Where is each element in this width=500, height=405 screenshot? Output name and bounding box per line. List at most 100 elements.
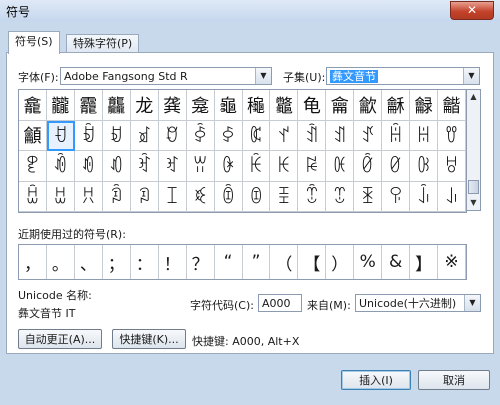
scroll-down-icon[interactable]: ▼ xyxy=(467,196,480,210)
symbol-cell[interactable]: ꀛ xyxy=(354,151,383,182)
symbol-cell[interactable]: ꀉ xyxy=(298,120,327,151)
symbol-cell[interactable]: 龡 xyxy=(354,90,383,121)
symbol-cell[interactable]: ꀀ xyxy=(46,120,75,151)
symbol-cell[interactable]: ꀃ xyxy=(130,120,159,151)
recent-symbol-cell[interactable]: ， xyxy=(19,245,47,279)
symbol-cell[interactable]: ꀗ xyxy=(242,151,271,182)
recent-symbol-cell[interactable]: 】 xyxy=(410,245,439,279)
recent-symbol-cell[interactable]: 、 xyxy=(75,245,103,279)
symbol-cell[interactable]: ꀁ xyxy=(74,120,103,151)
symbol-cell[interactable]: ꀮ xyxy=(438,181,466,212)
symbol-cell[interactable]: 龝 xyxy=(242,90,271,121)
symbol-cell[interactable]: ꀡ xyxy=(74,181,103,212)
symbol-cell[interactable]: 龘 xyxy=(102,90,131,121)
recent-symbol-cell[interactable]: （ xyxy=(270,245,299,279)
symbol-cell[interactable]: 龚 xyxy=(158,90,187,121)
recent-symbol-cell[interactable]: ！ xyxy=(159,245,187,279)
symbol-cell[interactable]: ꀝ xyxy=(410,151,439,182)
symbol-cell[interactable]: 龙 xyxy=(130,90,159,121)
symbol-cell[interactable]: 龖 xyxy=(46,90,75,121)
symbol-cell[interactable]: ꀥ xyxy=(186,181,215,212)
symbol-cell[interactable]: ꀫ xyxy=(354,181,383,212)
tab-symbols[interactable]: 符号(S) xyxy=(8,31,60,54)
scroll-up-icon[interactable]: ▲ xyxy=(467,90,480,104)
recent-symbol-cell[interactable]: 。 xyxy=(47,245,75,279)
symbol-cell[interactable]: 龥 xyxy=(19,120,47,151)
symbol-cell[interactable]: ꀂ xyxy=(102,120,131,151)
symbol-cell[interactable]: ꀭ xyxy=(410,181,439,212)
symbol-cell[interactable]: ꀅ xyxy=(186,120,215,151)
subset-select[interactable]: 彝文音节 ▼ xyxy=(326,67,480,85)
symbol-cell[interactable]: 龜 xyxy=(214,90,243,121)
symbol-cell[interactable]: ꀓ xyxy=(130,151,159,182)
tab-special-characters[interactable]: 特殊字符(P) xyxy=(66,34,140,53)
recent-symbol-cell[interactable]: % xyxy=(354,245,383,279)
symbol-cell[interactable]: 龛 xyxy=(186,90,215,121)
symbol-cell[interactable]: 龗 xyxy=(74,90,103,121)
recent-symbol-cell[interactable]: ” xyxy=(243,245,271,279)
symbol-cell[interactable]: ꀖ xyxy=(214,151,243,182)
symbol-cell[interactable]: ꀊ xyxy=(326,120,355,151)
symbol-cell[interactable]: ꀚ xyxy=(326,151,355,182)
symbol-cell[interactable]: 龟 xyxy=(298,90,327,121)
scrollbar-thumb[interactable] xyxy=(468,180,479,194)
symbol-cell[interactable]: ꀢ xyxy=(102,181,131,212)
symbol-cell[interactable]: ꀕ xyxy=(186,151,215,182)
symbol-cell[interactable]: ꀐ xyxy=(46,151,75,182)
recent-symbol-cell[interactable]: & xyxy=(382,245,411,279)
symbol-grid[interactable]: 龕龖龗龘龙龚龛龜龝龞龟龠龡龢龣龤龥ꀀꀁꀂꀃꀄꀅꀆꀇꀈꀉꀊꀋꀌꀍꀎ ꀏꀐꀑꀒꀓꀔꀕꀖ… xyxy=(18,89,467,213)
symbol-cell[interactable]: ꀪ xyxy=(326,181,355,212)
symbol-cell[interactable]: ꀏ xyxy=(19,151,47,182)
symbol-cell[interactable]: 龕 xyxy=(19,90,47,121)
symbol-cell[interactable]: ꀣ xyxy=(130,181,159,212)
symbol-cell[interactable]: ꀬ xyxy=(382,181,411,212)
cancel-button[interactable]: 取消 xyxy=(418,370,490,390)
title-bar: 符号 ✕ xyxy=(0,0,500,22)
symbol-cell[interactable]: ꀧ xyxy=(242,181,271,212)
recent-symbol-cell[interactable]: ？ xyxy=(187,245,215,279)
symbol-cell[interactable]: ꀒ xyxy=(102,151,131,182)
symbol-cell[interactable]: ꀑ xyxy=(74,151,103,182)
recent-symbols[interactable]: ，。、；：！？ “” （【）% &】 ※ xyxy=(18,244,467,280)
symbol-cell[interactable]: ꀈ xyxy=(270,120,299,151)
symbol-cell[interactable]: 龞 xyxy=(270,90,299,121)
symbol-cell[interactable]: 龤 xyxy=(438,90,466,121)
recent-symbol-cell[interactable]: “ xyxy=(215,245,243,279)
symbol-cell[interactable]: ꀜ xyxy=(382,151,411,182)
symbol-cell[interactable]: ꀨ xyxy=(270,181,299,212)
symbol-cell[interactable]: ꀎ xyxy=(438,120,466,151)
charcode-field[interactable]: A000 xyxy=(258,294,302,312)
from-select[interactable]: Unicode(十六进制) ▼ xyxy=(355,294,481,312)
symbol-cell[interactable]: ꀄ xyxy=(158,120,187,151)
font-select[interactable]: Adobe Fangsong Std R ▼ xyxy=(60,67,272,85)
symbol-cell[interactable]: ꀠ xyxy=(46,181,75,212)
insert-button[interactable]: 插入(I) xyxy=(341,370,411,390)
recent-symbol-cell[interactable]: ； xyxy=(103,245,131,279)
symbol-cell[interactable]: ꀌ xyxy=(382,120,411,151)
autocorrect-button[interactable]: 自动更正(A)... xyxy=(18,329,102,349)
symbol-cell[interactable]: 龣 xyxy=(410,90,439,121)
recent-symbol-cell[interactable]: ※ xyxy=(438,245,466,279)
symbol-cell[interactable]: ꀘ xyxy=(270,151,299,182)
recent-symbol-cell[interactable]: 【 xyxy=(298,245,327,279)
unicode-name-label: Unicode 名称: xyxy=(18,289,92,302)
subset-select-value: 彝文音节 xyxy=(330,70,378,83)
symbol-cell[interactable]: 龢 xyxy=(382,90,411,121)
recent-symbol-cell[interactable]: ） xyxy=(326,245,355,279)
symbol-cell[interactable]: ꀆ xyxy=(214,120,243,151)
close-button[interactable]: ✕ xyxy=(450,1,494,20)
recent-symbol-cell[interactable]: ： xyxy=(131,245,159,279)
symbol-cell[interactable]: ꀩ xyxy=(298,181,327,212)
symbol-cell[interactable]: ꀤ xyxy=(158,181,187,212)
symbol-cell[interactable]: ꀦ xyxy=(214,181,243,212)
symbol-cell[interactable]: 龠 xyxy=(326,90,355,121)
symbol-cell[interactable]: ꀞ xyxy=(438,151,466,182)
symbol-cell[interactable]: ꀋ xyxy=(354,120,383,151)
symbol-cell[interactable]: ꀇ xyxy=(242,120,271,151)
shortcut-key-button[interactable]: 快捷键(K)... xyxy=(112,329,186,349)
symbol-cell[interactable]: ꀟ xyxy=(19,181,47,212)
symbol-cell[interactable]: ꀍ xyxy=(410,120,439,151)
symbol-grid-scrollbar[interactable]: ▲ ▼ xyxy=(466,89,481,211)
symbol-cell[interactable]: ꀙ xyxy=(298,151,327,182)
symbol-cell[interactable]: ꀔ xyxy=(158,151,187,182)
